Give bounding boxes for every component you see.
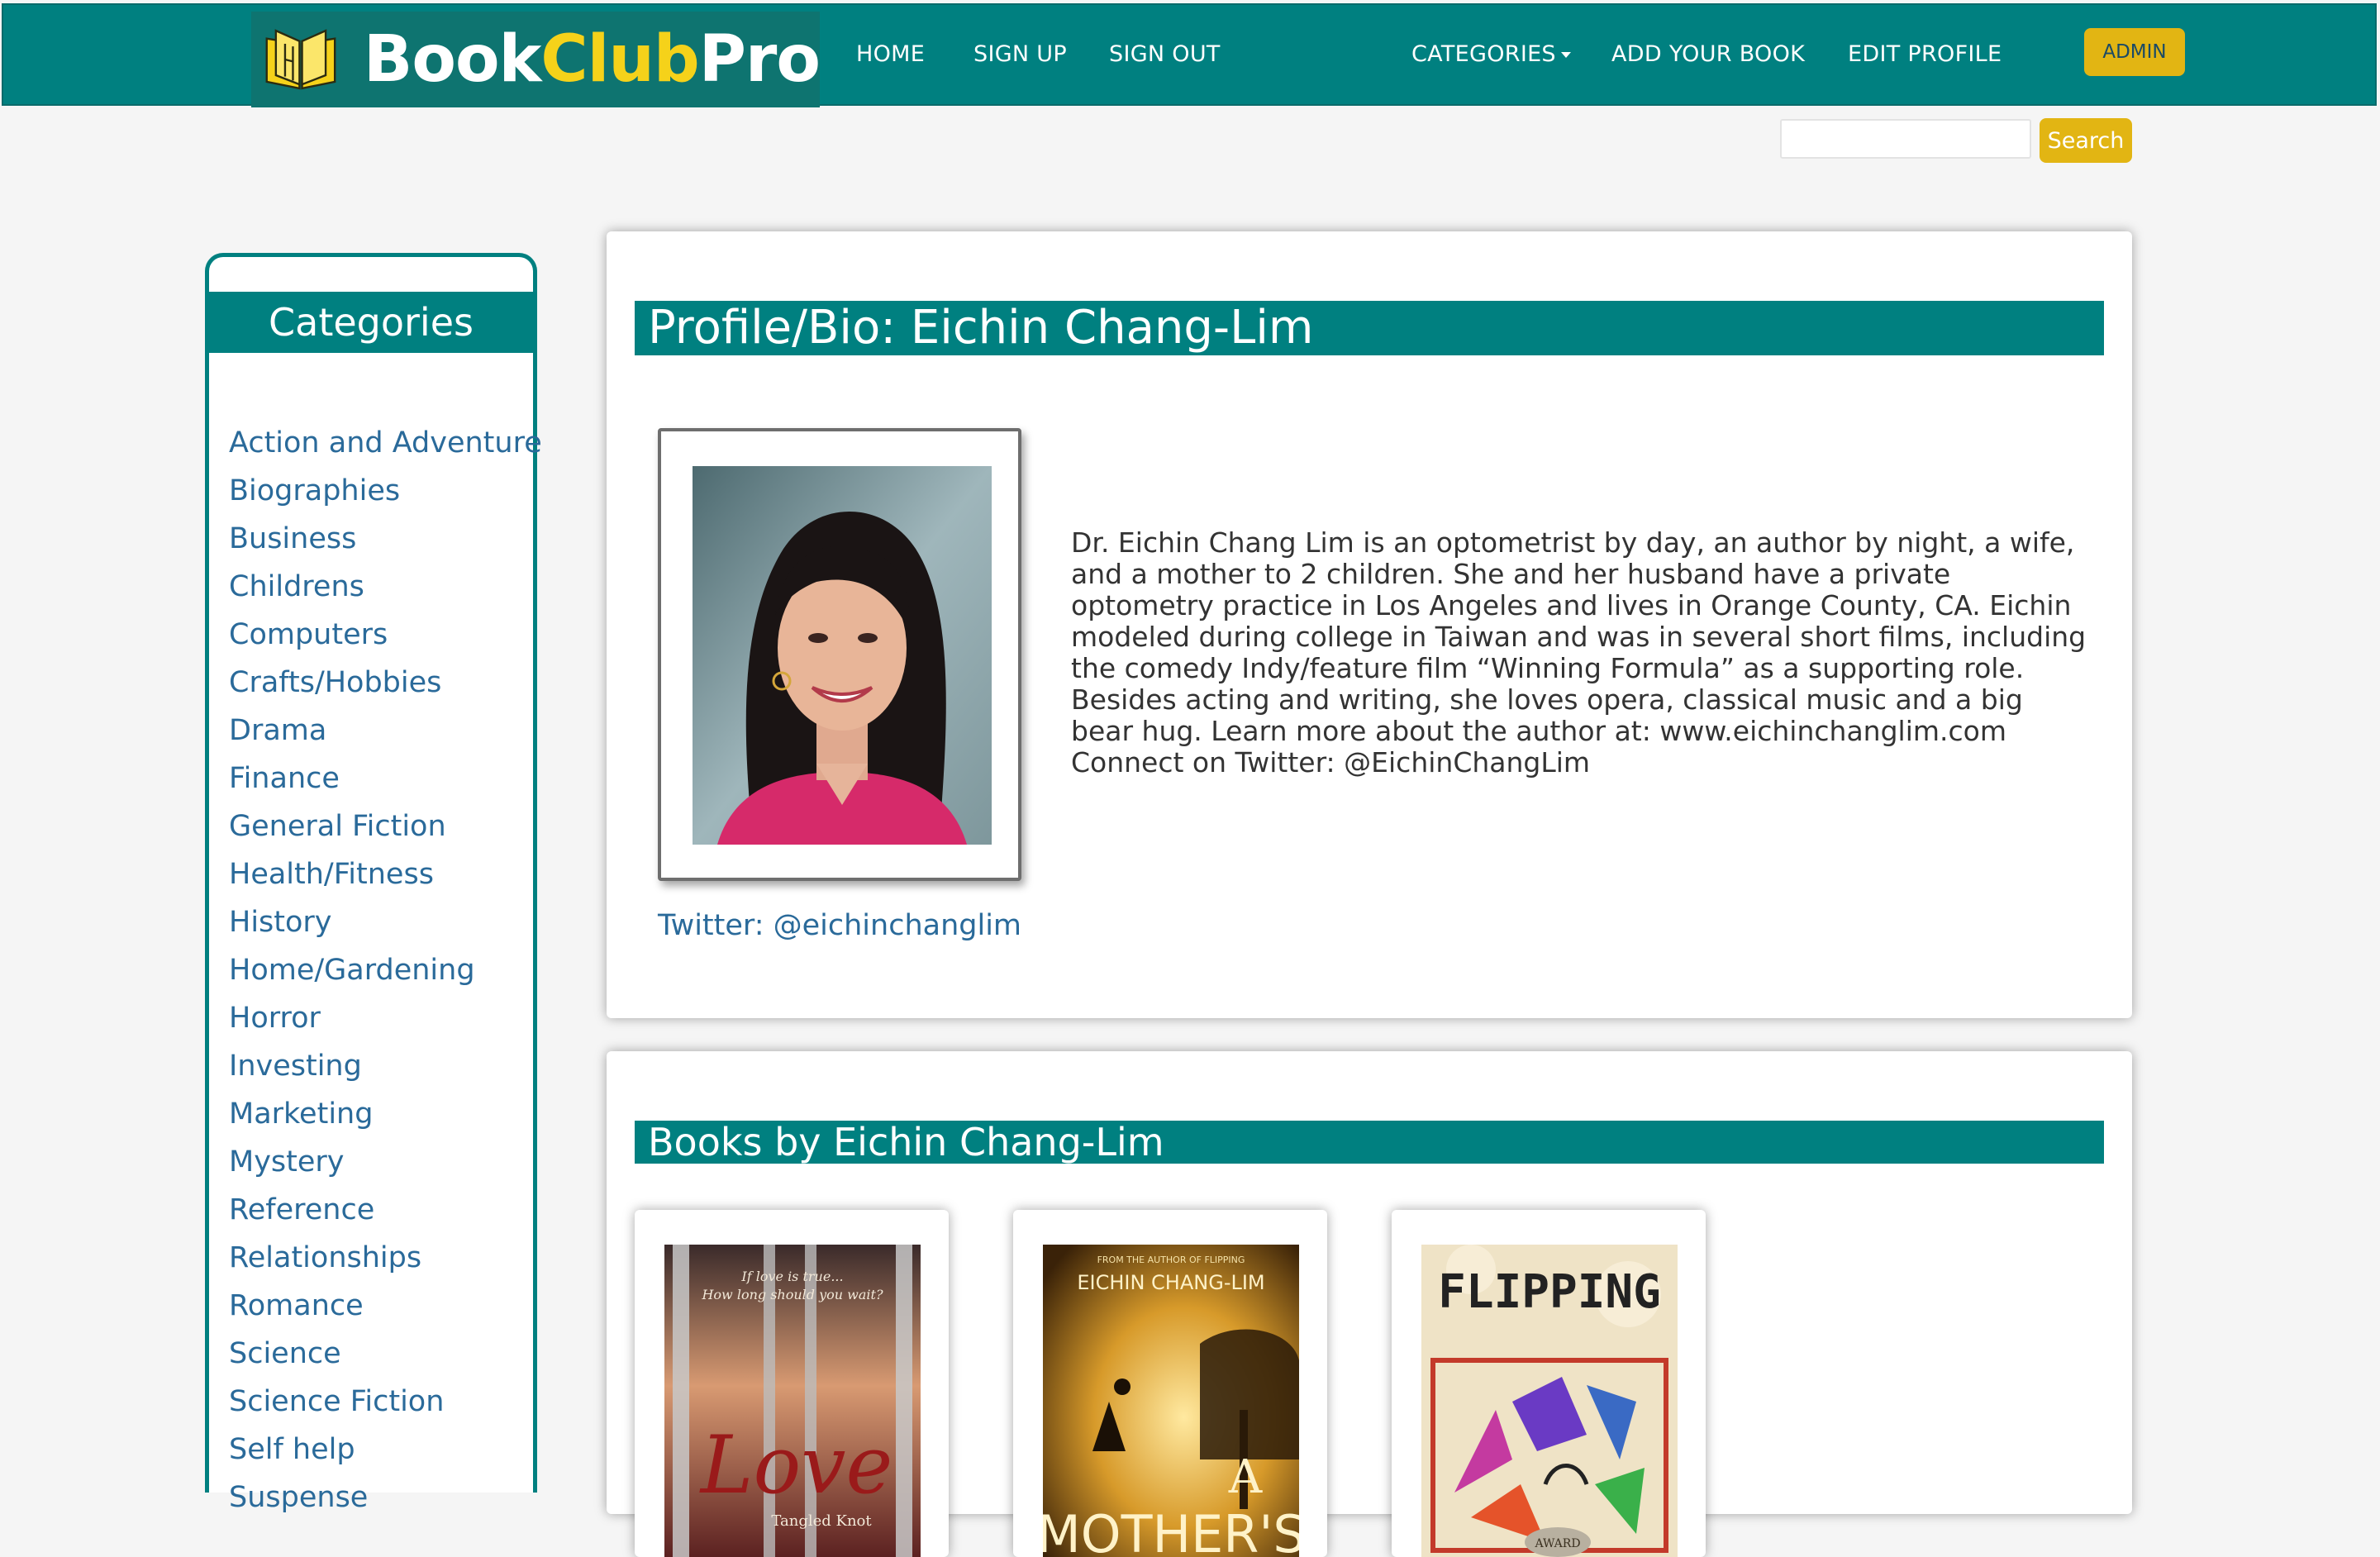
open-book-icon xyxy=(265,29,336,90)
category-link[interactable]: Childrens xyxy=(229,563,542,611)
brand-part-3: Pro xyxy=(698,22,821,97)
books-panel: Books by Eichin Chang-Lim If love is tru… xyxy=(607,1051,2132,1557)
nav-sign-out-link[interactable]: SIGN OUT xyxy=(1109,41,1221,67)
category-link[interactable]: Science Fiction xyxy=(229,1378,542,1426)
category-link[interactable]: Investing xyxy=(229,1042,542,1090)
love-title: Love xyxy=(699,1419,893,1512)
category-link[interactable]: Horror xyxy=(229,994,542,1042)
search-input[interactable] xyxy=(1780,119,2031,159)
book-card-love[interactable]: If love is true... How long should you w… xyxy=(635,1210,949,1557)
category-link[interactable]: Science xyxy=(229,1330,542,1378)
brand-name: BookClubPro xyxy=(364,27,821,92)
book-cover-a-mothers: FROM THE AUTHOR OF FLIPPING EICHIN CHANG… xyxy=(1043,1245,1299,1557)
profile-panel: Profile/Bio: Eichin Chang-Lim Twitter: @… xyxy=(607,231,2132,1018)
category-link[interactable]: Self help xyxy=(229,1426,542,1474)
mother-title-a: A xyxy=(1228,1450,1263,1504)
flipping-title: FLIPPING xyxy=(1438,1265,1661,1319)
brand-part-1: Book xyxy=(363,22,541,97)
nav-categories-dropdown[interactable]: CATEGORIES xyxy=(1411,41,1571,67)
category-link[interactable]: Relationships xyxy=(229,1234,542,1282)
book-card-flipping[interactable]: FLIPPING AWARD xyxy=(1392,1210,1706,1557)
book-card-a-mothers[interactable]: FROM THE AUTHOR OF FLIPPING EICHIN CHANG… xyxy=(1013,1210,1327,1557)
category-link[interactable]: Marketing xyxy=(229,1090,542,1138)
category-link[interactable]: Reference xyxy=(229,1186,542,1234)
category-link[interactable]: Drama xyxy=(229,707,542,755)
nav-add-book-link[interactable]: ADD YOUR BOOK xyxy=(1611,41,1805,67)
brand-part-2: Club xyxy=(540,22,699,97)
nav-edit-profile-link[interactable]: EDIT PROFILE xyxy=(1848,41,2002,67)
category-link[interactable]: Mystery xyxy=(229,1138,542,1186)
category-link[interactable]: Romance xyxy=(229,1282,542,1330)
mother-author: EICHIN CHANG-LIM xyxy=(1077,1271,1264,1294)
category-link[interactable]: Health/Fitness xyxy=(229,850,542,898)
love-subtitle: Tangled Knot xyxy=(771,1512,872,1530)
mother-title: MOTHER'S xyxy=(1043,1504,1299,1557)
category-link[interactable]: Action and Adventure xyxy=(229,419,542,467)
admin-button[interactable]: ADMIN xyxy=(2084,28,2185,76)
flipping-badge: AWARD xyxy=(1534,1537,1580,1550)
category-link[interactable]: History xyxy=(229,898,542,946)
category-link[interactable]: Finance xyxy=(229,755,542,802)
author-bio: Dr. Eichin Chang Lim is an optometrist b… xyxy=(1071,526,2087,778)
twitter-link[interactable]: Twitter: @eichinchanglim xyxy=(658,909,1021,942)
books-title: Books by Eichin Chang-Lim xyxy=(635,1121,2104,1164)
love-tagline-2: How long should you wait? xyxy=(701,1287,883,1302)
love-tagline-1: If love is true... xyxy=(740,1269,843,1284)
category-link[interactable]: Biographies xyxy=(229,467,542,515)
author-photo xyxy=(693,466,992,845)
category-link[interactable]: Crafts/Hobbies xyxy=(229,659,542,707)
mother-kicker: FROM THE AUTHOR OF FLIPPING xyxy=(1097,1255,1245,1265)
category-link[interactable]: Computers xyxy=(229,611,542,659)
category-link[interactable]: General Fiction xyxy=(229,802,542,850)
brand-logo[interactable]: BookClubPro xyxy=(251,12,821,107)
categories-sidebar: Categories Action and Adventure Biograph… xyxy=(205,253,542,1514)
category-link[interactable]: Suspense xyxy=(229,1474,542,1521)
sidebar-title: Categories xyxy=(209,292,533,353)
book-cover-love: If love is true... How long should you w… xyxy=(664,1245,921,1557)
caret-down-icon xyxy=(1560,52,1571,58)
profile-title: Profile/Bio: Eichin Chang-Lim xyxy=(635,301,2104,355)
author-photo-frame xyxy=(658,428,1021,881)
nav-categories-label: CATEGORIES xyxy=(1411,41,1556,67)
category-link[interactable]: Home/Gardening xyxy=(229,946,542,994)
book-cover-flipping: FLIPPING AWARD xyxy=(1421,1245,1678,1557)
category-list: Action and Adventure Biographies Busines… xyxy=(229,419,542,1521)
category-link[interactable]: Business xyxy=(229,515,542,563)
top-navbar: BookClubPro HOME SIGN UP SIGN OUT CATEGO… xyxy=(2,3,2377,107)
nav-home-link[interactable]: HOME xyxy=(856,41,925,67)
nav-sign-up-link[interactable]: SIGN UP xyxy=(973,41,1067,67)
search-button[interactable]: Search xyxy=(2040,118,2132,163)
